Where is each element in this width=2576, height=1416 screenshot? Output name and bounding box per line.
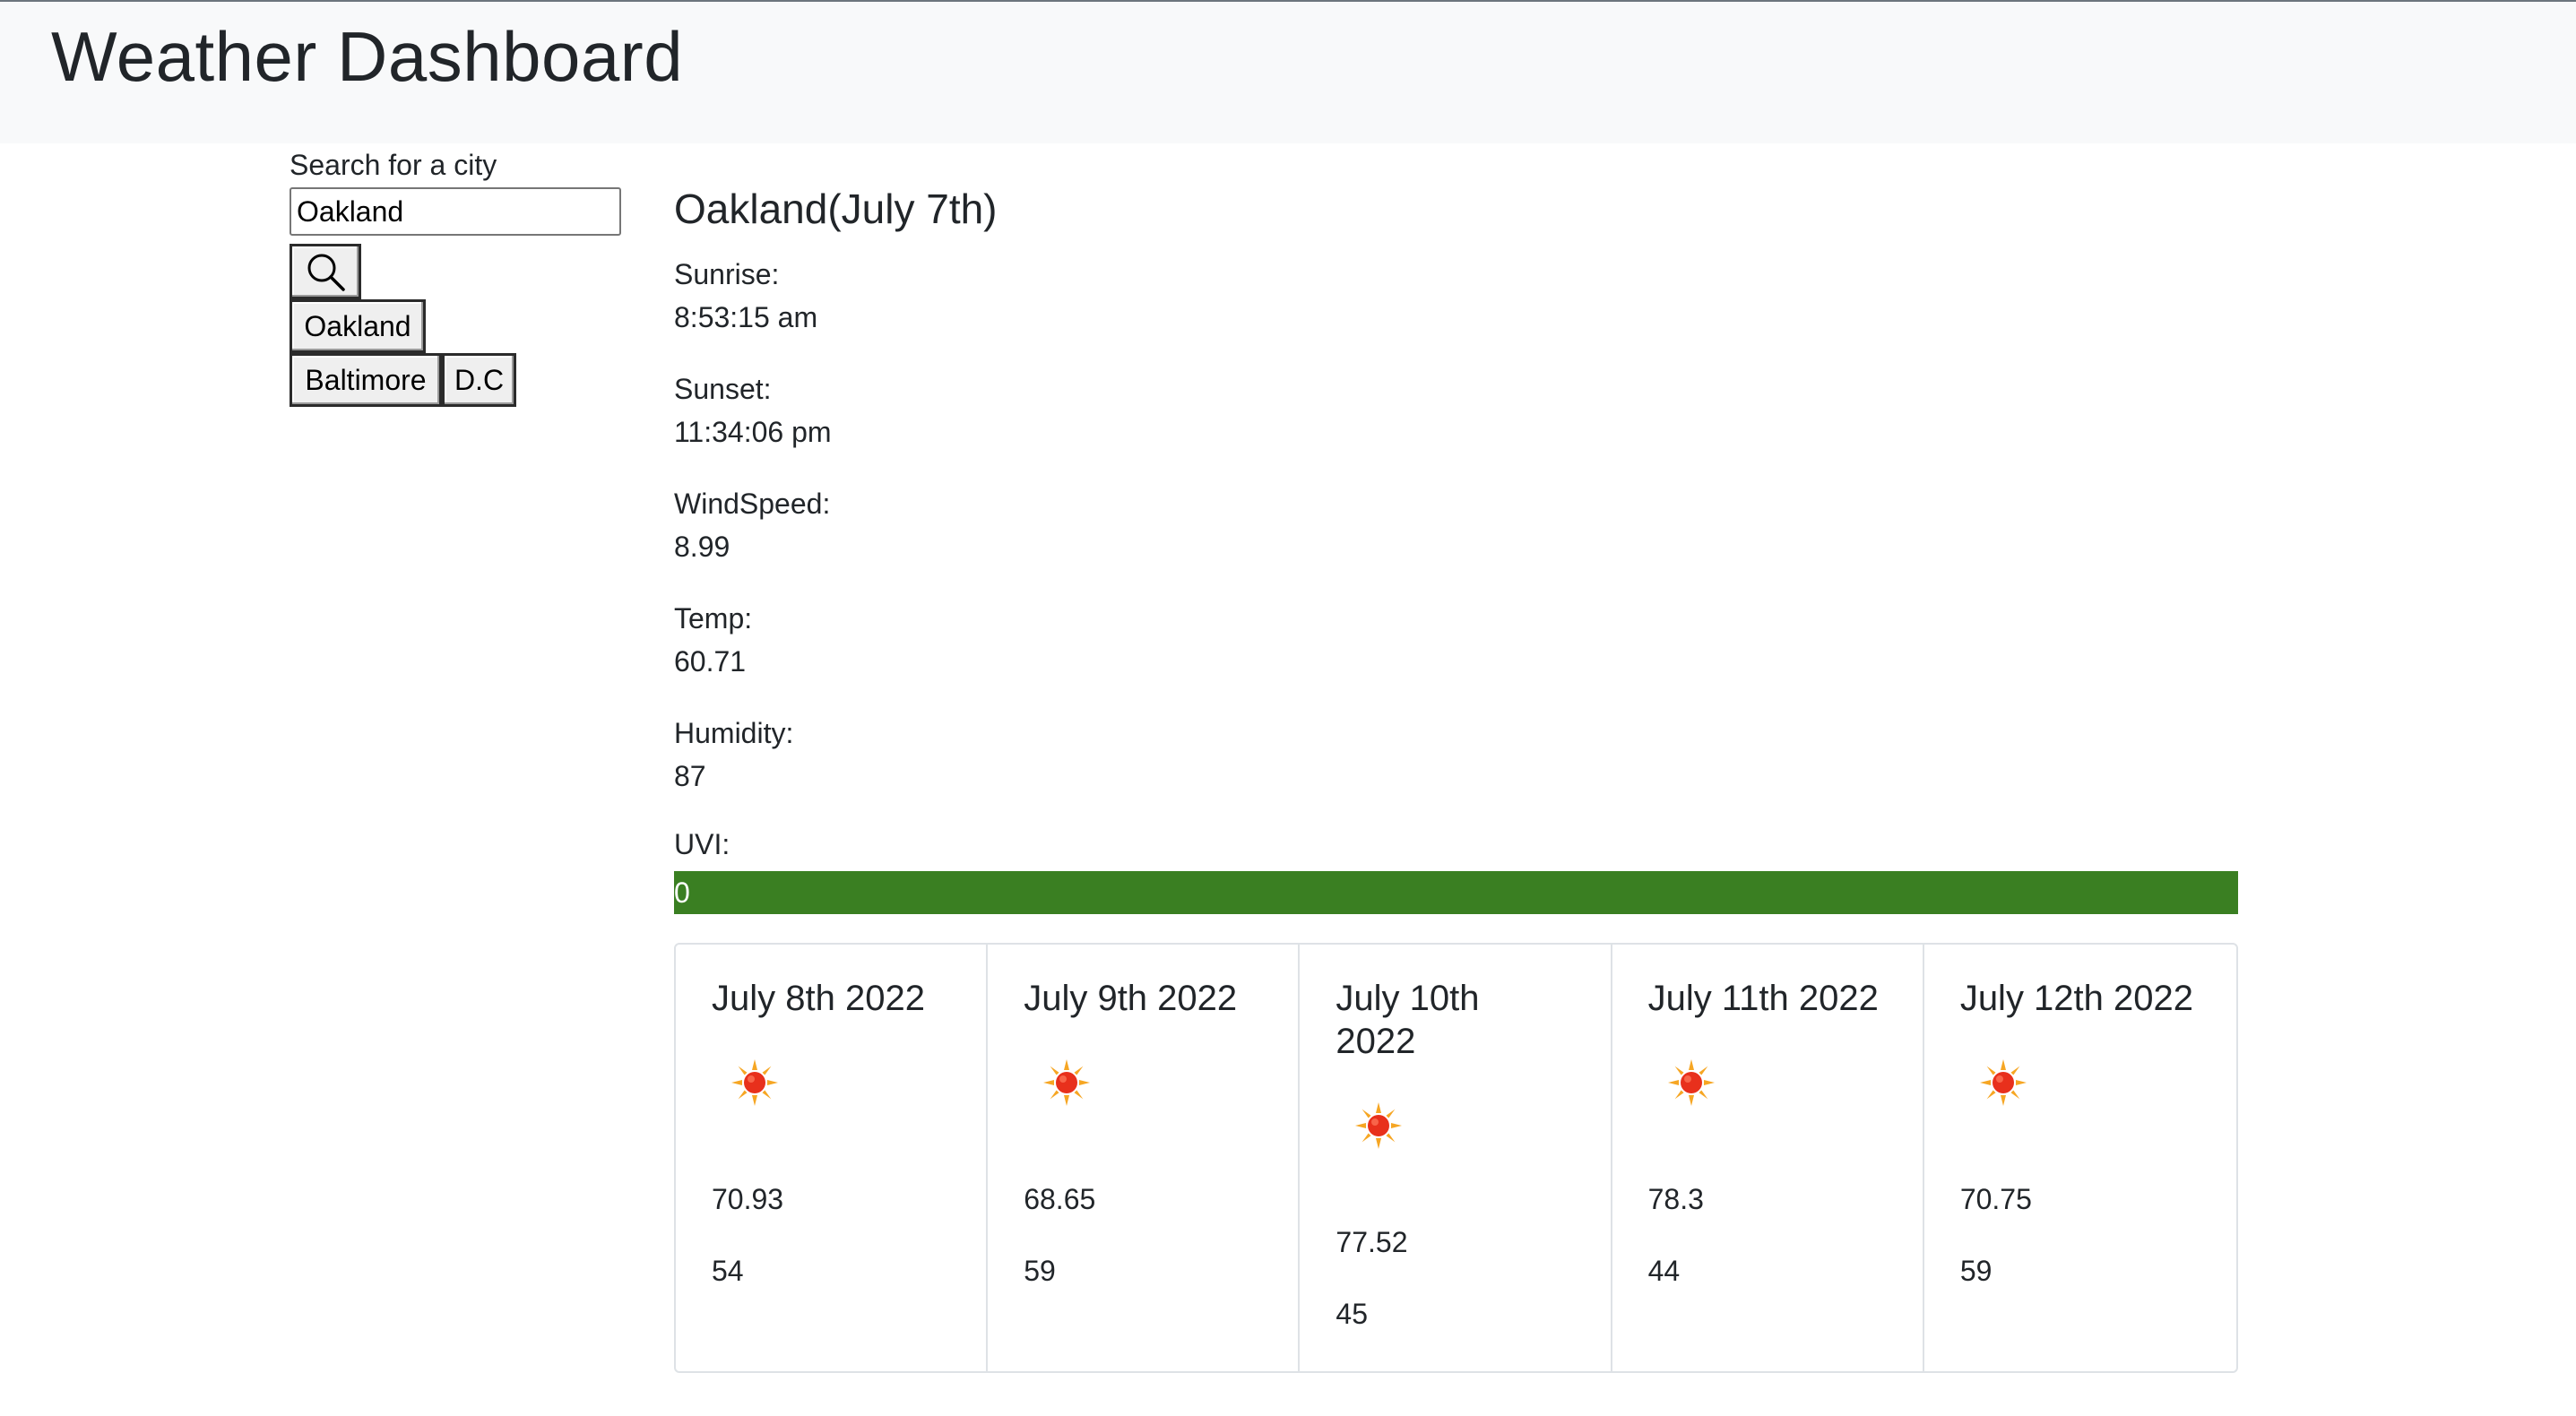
- forecast-temp: 68.65: [1024, 1183, 1096, 1215]
- sun-icon: [1979, 1059, 2027, 1106]
- search-label: Search for a city: [290, 149, 497, 181]
- search-input[interactable]: [290, 187, 621, 236]
- page-title: Weather Dashboard: [51, 17, 684, 96]
- forecast-humidity: 59: [1959, 1255, 1993, 1287]
- temp-value: 60.71: [674, 645, 747, 678]
- forecast-card: July 12th 2022 70.75 59: [1924, 945, 2236, 1371]
- sun-icon: [731, 1059, 778, 1106]
- forecast-date: July 10th 2022: [1336, 979, 1480, 1061]
- sunrise-value: 8:53:15 am: [674, 301, 818, 333]
- sunset-label: Sunset:: [674, 373, 772, 405]
- forecast-humidity: 59: [1024, 1255, 1056, 1287]
- page-header: Weather Dashboard: [0, 2, 2576, 143]
- forecast-temp: 78.3: [1647, 1183, 1704, 1215]
- humidity-label: Humidity:: [674, 717, 794, 749]
- sun-icon: [1667, 1059, 1715, 1106]
- city-title: Oakland(July 7th): [674, 186, 998, 232]
- sun-icon: [1043, 1059, 1091, 1106]
- forecast-humidity: 44: [1647, 1255, 1681, 1287]
- forecast-humidity: 45: [1336, 1298, 1368, 1330]
- search-icon: [307, 254, 345, 291]
- forecast-card: July 11th 2022 78.3 44: [1612, 945, 1924, 1371]
- forecast-card: July 8th 2022 70.93 54: [676, 945, 989, 1371]
- sun-icon: [1355, 1102, 1403, 1149]
- forecast-container: July 8th 2022 70.93 54 July 9th 2022 68.…: [674, 943, 2238, 1373]
- humidity-value: 87: [674, 760, 706, 792]
- forecast-date: July 12th 2022: [1959, 979, 2194, 1018]
- sunset-value: 11:34:06 pm: [674, 416, 832, 448]
- temp-label: Temp:: [674, 602, 753, 635]
- search-button[interactable]: [290, 244, 361, 299]
- history-button-oakland[interactable]: Oakland: [290, 299, 426, 353]
- forecast-date: July 11th 2022: [1647, 979, 1879, 1018]
- windspeed-label: WindSpeed:: [674, 488, 831, 520]
- sunrise-label: Sunrise:: [674, 258, 780, 290]
- forecast-temp: 77.52: [1336, 1226, 1408, 1258]
- windspeed-value: 8.99: [674, 531, 730, 563]
- forecast-humidity: 54: [712, 1255, 744, 1287]
- uvi-badge: 0: [674, 871, 2238, 914]
- uvi-label: UVI:: [674, 828, 730, 860]
- forecast-date: July 9th 2022: [1024, 979, 1238, 1018]
- history-button-dc[interactable]: D.C: [442, 353, 516, 407]
- forecast-date: July 8th 2022: [712, 979, 925, 1018]
- forecast-card: July 10th 2022 77.52 45: [1300, 945, 1612, 1371]
- history-button-baltimore[interactable]: Baltimore: [290, 353, 442, 407]
- forecast-temp: 70.75: [1959, 1183, 2032, 1215]
- forecast-card: July 9th 2022 68.65 59: [988, 945, 1301, 1371]
- forecast-temp: 70.93: [712, 1183, 784, 1215]
